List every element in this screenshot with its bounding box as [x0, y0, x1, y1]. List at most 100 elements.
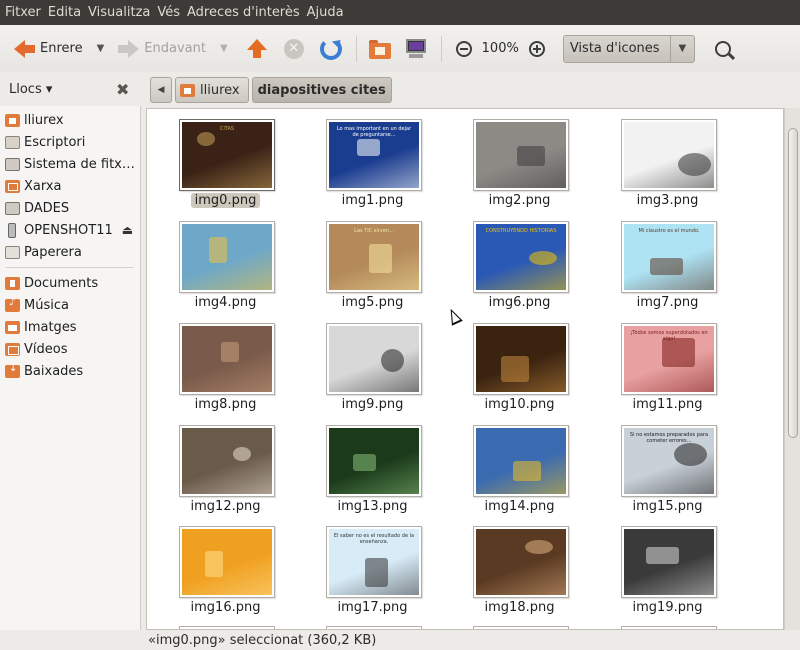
network-icon [5, 179, 20, 193]
file-item[interactable]: img8.png [152, 313, 299, 415]
sidebar-item-label: Escriptori [24, 134, 86, 150]
menu-item[interactable]: Visualitza [87, 0, 156, 25]
chevron-down-icon[interactable]: ▼ [669, 35, 694, 62]
back-button[interactable]: Enrere [10, 34, 87, 64]
path-left-arrow-icon[interactable]: ◀ [150, 77, 172, 103]
image-thumbnail [473, 119, 569, 191]
image-thumbnail [473, 526, 569, 598]
sidebar-item[interactable]: Escriptori [0, 131, 140, 153]
file-name: img15.png [632, 499, 703, 514]
menu-item[interactable]: Vés [156, 0, 186, 25]
home-folder-icon[interactable] [368, 39, 391, 59]
sidebar-item[interactable]: Vídeos [0, 338, 140, 360]
reload-icon[interactable] [319, 37, 342, 60]
sidebar-item[interactable]: Xarxa [0, 175, 140, 197]
file-item[interactable]: img3.png [594, 109, 741, 211]
zoom-out-icon[interactable] [455, 40, 472, 57]
vertical-scrollbar[interactable] [784, 108, 800, 630]
file-item[interactable]: CONSTRUYENDO HISTORIAS img6.png [446, 211, 593, 313]
stop-icon[interactable]: ✕ [283, 38, 304, 59]
sidebar-divider [6, 267, 134, 268]
thumbnail-caption: ¡Todos somos superdotados en algo! [630, 330, 708, 342]
sidebar-item[interactable]: Imatges [0, 316, 140, 338]
forward-button[interactable]: Endavant [114, 34, 210, 64]
file-item[interactable]: El saber no es el resultado de la enseña… [299, 516, 446, 618]
sidebar-places: lliurex Escriptori Sistema de fitx… Xarxa DA… [0, 106, 140, 263]
file-item[interactable]: img12.png [152, 415, 299, 517]
up-arrow-icon[interactable] [246, 38, 268, 60]
computer-icon[interactable] [405, 38, 427, 59]
forward-button-label: Endavant [144, 41, 206, 56]
view-mode-select[interactable]: Vista d'icones ▼ [562, 34, 695, 63]
file-item[interactable]: Las TIC sirven... img5.png [299, 211, 446, 313]
sidebar-item-label: Xarxa [24, 178, 62, 194]
thumbnail-caption: CITAS [219, 126, 235, 132]
sidebar-bookmarks: Documents Música Imatges Vídeos Baixades [0, 272, 140, 382]
image-thumbnail [473, 323, 569, 395]
file-item[interactable]: img13.png [299, 415, 446, 517]
file-name: img19.png [632, 600, 703, 615]
sidebar-item[interactable]: Paperera [0, 241, 140, 263]
sidebar-item-label: lliurex [24, 112, 64, 128]
file-item[interactable]: img14.png [446, 415, 593, 517]
sidebar-item[interactable]: Documents [0, 272, 140, 294]
file-name: img2.png [488, 193, 551, 208]
file-icon-view[interactable]: CITAS img0.png Lo mas important en un deja… [146, 108, 784, 630]
menu-item[interactable]: Ajuda [306, 0, 350, 25]
file-item[interactable]: img18.png [446, 516, 593, 618]
sidebar-item[interactable]: Música [0, 294, 140, 316]
image-thumbnail [179, 221, 275, 293]
trash-icon [5, 245, 20, 259]
file-item[interactable]: Lo mas important en un dejar de pregunta… [299, 109, 446, 211]
home-folder-icon [5, 113, 20, 127]
menubar: Fitxer Edita Visualitza Vés Adreces d'interè… [0, 0, 800, 25]
sidebar-item[interactable]: Baixades [0, 360, 140, 382]
image-thumbnail [326, 323, 422, 395]
file-item[interactable]: CITAS img0.png [152, 109, 299, 211]
file-item[interactable]: img10.png [446, 313, 593, 415]
sidebar-item-label: Sistema de fitx… [24, 156, 135, 172]
sidebar-item[interactable]: DADES [0, 197, 140, 219]
toolbar: Enrere ▼ Endavant ▼ ✕ 100% Vista d'icone… [0, 25, 800, 72]
image-thumbnail: Si no estamos preparados para cometer er… [621, 425, 717, 497]
breadcrumb-label: lliurex [200, 82, 240, 98]
file-item[interactable]: Mi claustro es el mundo. img7.png [594, 211, 741, 313]
eject-icon[interactable]: ⏏ [122, 223, 133, 237]
search-icon[interactable] [714, 40, 731, 57]
close-icon[interactable]: ✖ [116, 80, 129, 99]
thumbnail-caption: Las TIC sirven... [354, 228, 394, 234]
file-name: img10.png [484, 397, 555, 412]
file-name: img12.png [190, 499, 261, 514]
sidebar-item-label: OPENSHOT11 [24, 222, 113, 238]
file-item[interactable]: img4.png [152, 211, 299, 313]
file-name: img9.png [341, 397, 404, 412]
image-thumbnail: ¡Todos somos superdotados en algo! [621, 323, 717, 395]
sidebar-title: Llocs [9, 81, 42, 97]
sidebar-item[interactable]: Sistema de fitx… [0, 153, 140, 175]
sidebar-title-dropdown[interactable]: Llocs ▾ [0, 82, 52, 97]
file-name: img7.png [636, 295, 699, 310]
sidebar-item[interactable]: OPENSHOT11 ⏏ [0, 219, 140, 241]
zoom-in-icon[interactable] [528, 40, 545, 57]
file-name: img0.png [190, 193, 261, 208]
file-item[interactable]: img16.png [152, 516, 299, 618]
scrollbar-thumb[interactable] [788, 128, 798, 438]
breadcrumb-home[interactable]: lliurex [175, 77, 249, 103]
menu-item[interactable]: Fitxer [4, 0, 47, 25]
forward-history-dropdown-icon[interactable]: ▼ [220, 43, 228, 54]
sidebar-item[interactable]: lliurex [0, 109, 140, 131]
sidebar: lliurex Escriptori Sistema de fitx… Xarxa DA… [0, 106, 141, 630]
breadcrumb-current[interactable]: diapositives cites [251, 77, 392, 103]
file-item[interactable]: img2.png [446, 109, 593, 211]
thumbnail-caption: El saber no es el resultado de la enseña… [333, 533, 415, 545]
thumbnail-caption: Lo mas important en un dejar de pregunta… [336, 126, 412, 138]
file-item[interactable]: ¡Todos somos superdotados en algo! img11.… [594, 313, 741, 415]
back-history-dropdown-icon[interactable]: ▼ [97, 43, 105, 54]
menu-item[interactable]: Adreces d'interès [186, 0, 306, 25]
menu-item[interactable]: Edita [47, 0, 87, 25]
file-item[interactable]: img19.png [594, 516, 741, 618]
file-item[interactable]: img9.png [299, 313, 446, 415]
image-thumbnail [621, 119, 717, 191]
disk-icon [5, 201, 20, 215]
file-item[interactable]: Si no estamos preparados para cometer er… [594, 415, 741, 517]
